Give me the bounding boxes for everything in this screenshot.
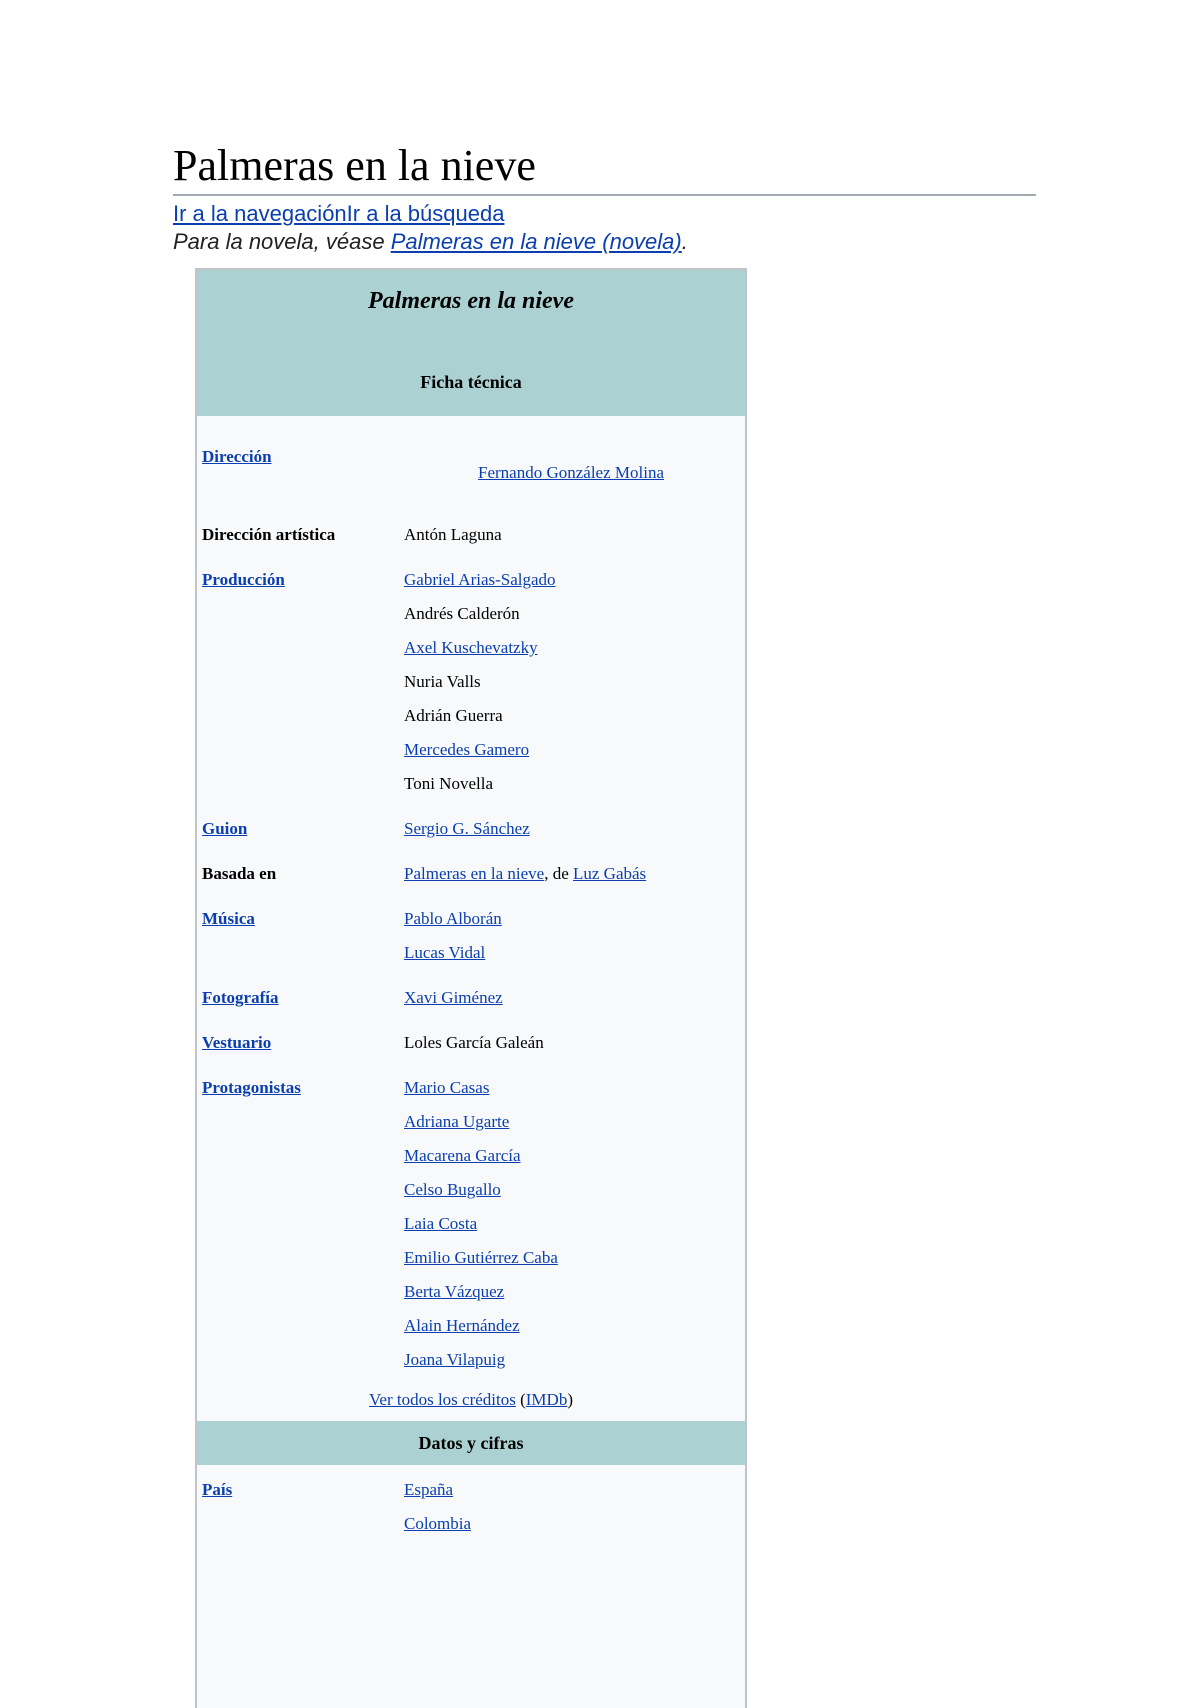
label-pais-link[interactable]: País bbox=[202, 1480, 232, 1499]
value-link[interactable]: Celso Bugallo bbox=[404, 1173, 745, 1207]
value-link[interactable]: Sergio G. Sánchez bbox=[404, 812, 745, 846]
label-direccion-link[interactable]: Dirección bbox=[202, 447, 272, 466]
value-author-link[interactable]: Luz Gabás bbox=[573, 864, 646, 883]
value-link[interactable]: Lucas Vidal bbox=[404, 936, 745, 970]
value-link[interactable]: Pablo Alborán bbox=[404, 902, 745, 936]
label-vestuario-link[interactable]: Vestuario bbox=[202, 1033, 271, 1052]
value-link[interactable]: Joana Vilapuig bbox=[404, 1343, 745, 1377]
value-link[interactable]: Laia Costa bbox=[404, 1207, 745, 1241]
infobox-row-pais: País España Colombia bbox=[197, 1473, 745, 1541]
infobox: Palmeras en la nieve Ficha técnica Direc… bbox=[195, 268, 747, 1708]
jump-links: Ir a la navegaciónIr a la búsqueda bbox=[173, 201, 504, 227]
value-link[interactable]: Macarena García bbox=[404, 1139, 745, 1173]
hatnote-prefix: Para la novela, véase bbox=[173, 229, 391, 254]
value-link[interactable]: Gabriel Arias-Salgado bbox=[404, 563, 745, 597]
value-link[interactable]: Colombia bbox=[404, 1507, 745, 1541]
infobox-section-datos-y-cifras: Datos y cifras bbox=[197, 1421, 745, 1465]
value-link[interactable]: Mario Casas bbox=[404, 1071, 745, 1105]
value-link[interactable]: Emilio Gutiérrez Caba bbox=[404, 1241, 745, 1275]
value-link[interactable]: Mercedes Gamero bbox=[404, 733, 745, 767]
infobox-header: Palmeras en la nieve Ficha técnica bbox=[197, 270, 745, 416]
infobox-row-basada-en: Basada en Palmeras en la nieve, de Luz G… bbox=[197, 857, 745, 891]
value-text: Toni Novella bbox=[404, 774, 493, 793]
infobox-title: Palmeras en la nieve bbox=[368, 288, 574, 314]
value-text: Nuria Valls bbox=[404, 672, 481, 691]
infobox-section-ficha-tecnica: Ficha técnica bbox=[420, 372, 522, 392]
infobox-row-vestuario: Vestuario Loles García Galeán bbox=[197, 1026, 745, 1060]
jump-to-search-link[interactable]: Ir a la búsqueda bbox=[347, 201, 505, 226]
value-book-link[interactable]: Palmeras en la nieve bbox=[404, 864, 544, 883]
value-text: Andrés Calderón bbox=[404, 604, 520, 623]
value-text: Antón Laguna bbox=[404, 525, 502, 544]
hatnote-novel-link[interactable]: Palmeras en la nieve (novela) bbox=[391, 229, 682, 254]
jump-to-navigation-link[interactable]: Ir a la navegación bbox=[173, 201, 347, 226]
label-direccion-artistica: Dirección artística bbox=[202, 525, 336, 544]
infobox-row-direccion: Dirección Fernando González Molina bbox=[197, 440, 745, 518]
label-basada-en: Basada en bbox=[202, 864, 277, 883]
value-link[interactable]: Axel Kuschevatzky bbox=[404, 631, 745, 665]
infobox-row-guion: Guion Sergio G. Sánchez bbox=[197, 812, 745, 846]
imdb-link[interactable]: IMDb bbox=[526, 1390, 568, 1409]
value-link[interactable]: Fernando González Molina bbox=[478, 456, 664, 490]
infobox-row-musica: Música Pablo Alborán Lucas Vidal bbox=[197, 902, 745, 970]
hatnote-suffix: . bbox=[681, 229, 688, 254]
credits-paren-open: ( bbox=[515, 1390, 526, 1409]
value-link[interactable]: España bbox=[404, 1473, 745, 1507]
full-credits-line: Ver todos los créditos (IMDb) bbox=[197, 1383, 745, 1417]
page-title: Palmeras en la nieve bbox=[173, 140, 1036, 196]
value-separator: , de bbox=[544, 864, 573, 883]
label-produccion-link[interactable]: Producción bbox=[202, 570, 285, 589]
full-credits-link[interactable]: Ver todos los créditos bbox=[369, 1390, 516, 1409]
label-fotografia-link[interactable]: Fotografía bbox=[202, 988, 278, 1007]
value-text: Adrián Guerra bbox=[404, 706, 503, 725]
infobox-row-direccion-artistica: Dirección artística Antón Laguna bbox=[197, 518, 745, 552]
label-protagonistas-link[interactable]: Protagonistas bbox=[202, 1078, 301, 1097]
value-link[interactable]: Xavi Giménez bbox=[404, 981, 745, 1015]
credits-paren-close: ) bbox=[567, 1390, 573, 1409]
value-link[interactable]: Alain Hernández bbox=[404, 1309, 745, 1343]
value-link[interactable]: Berta Vázquez bbox=[404, 1275, 745, 1309]
infobox-row-fotografia: Fotografía Xavi Giménez bbox=[197, 981, 745, 1015]
value-link[interactable]: Adriana Ugarte bbox=[404, 1105, 745, 1139]
hatnote: Para la novela, véase Palmeras en la nie… bbox=[173, 229, 688, 255]
infobox-row-produccion: Producción Gabriel Arias-Salgado Andrés … bbox=[197, 563, 745, 801]
infobox-row-protagonistas: Protagonistas Mario Casas Adriana Ugarte… bbox=[197, 1071, 745, 1377]
label-musica-link[interactable]: Música bbox=[202, 909, 255, 928]
value-text: Loles García Galeán bbox=[404, 1033, 544, 1052]
label-guion-link[interactable]: Guion bbox=[202, 819, 247, 838]
